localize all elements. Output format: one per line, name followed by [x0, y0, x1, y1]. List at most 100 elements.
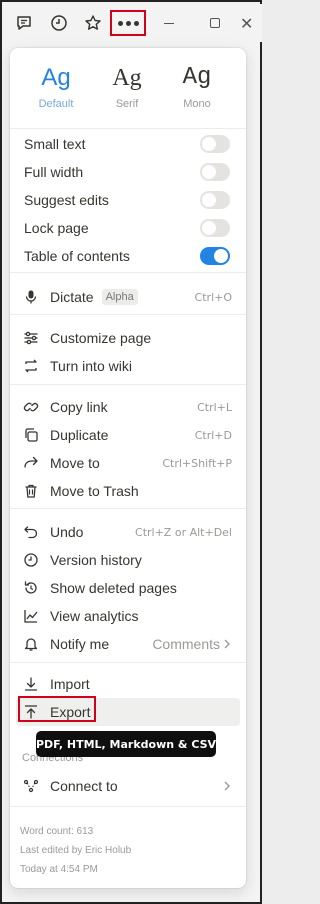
menu-item-label: Show deleted pages: [50, 580, 177, 596]
link-icon: [22, 398, 40, 416]
font-label: Default: [38, 98, 74, 110]
font-option-default[interactable]: Ag Default: [26, 62, 86, 110]
deleted-pages-icon: [22, 579, 40, 597]
shortcut-hint: Ctrl+O: [194, 290, 232, 304]
divider: [10, 314, 246, 315]
menu-item-label: Copy link: [50, 399, 108, 415]
menu-item-move-to[interactable]: Move to Ctrl+Shift+P: [16, 449, 240, 477]
microphone-icon: [22, 288, 40, 306]
undo-icon: [22, 523, 40, 541]
connections-icon: [22, 777, 40, 795]
minimize-button[interactable]: [164, 23, 174, 24]
notify-value: Comments: [152, 636, 220, 652]
font-preview: Ag: [112, 65, 142, 91]
font-picker: Ag Default Ag Serif Ag Mono: [10, 62, 246, 122]
page-options-menu: Ag Default Ag Serif Ag Mono Small text F…: [10, 48, 246, 888]
menu-item-version-history[interactable]: Version history: [16, 546, 240, 574]
menu-item-connect-to[interactable]: Connect to: [16, 772, 240, 800]
window-frame: ✕ Ag Default Ag Serif Ag Mono Small text…: [0, 0, 262, 904]
divider: [10, 508, 246, 509]
bell-icon: [22, 635, 40, 653]
import-icon: [22, 675, 40, 693]
title-bar: ✕: [4, 4, 262, 42]
menu-item-customize-page[interactable]: Customize page: [16, 324, 240, 352]
maximize-button[interactable]: [210, 18, 220, 28]
sliders-icon: [22, 329, 40, 347]
word-count: Word count: 613: [20, 826, 94, 837]
suggest-edits-toggle[interactable]: [200, 191, 230, 209]
menu-item-duplicate[interactable]: Duplicate Ctrl+D: [16, 421, 240, 449]
menu-item-notify-me[interactable]: Notify me Comments: [16, 630, 240, 658]
toggle-row-full-width[interactable]: Full width: [16, 158, 240, 186]
menu-item-import[interactable]: Import: [16, 670, 240, 698]
table-of-contents-toggle[interactable]: [200, 247, 230, 265]
menu-item-undo[interactable]: Undo Ctrl+Z or Alt+Del: [16, 518, 240, 546]
menu-item-label: Turn into wiki: [50, 358, 132, 374]
shortcut-hint: Ctrl+Z or Alt+Del: [135, 525, 232, 539]
analytics-icon: [22, 607, 40, 625]
font-option-serif[interactable]: Ag Serif: [97, 62, 157, 110]
menu-item-label: Move to: [50, 455, 100, 471]
star-icon[interactable]: [82, 12, 104, 34]
menu-item-label: Import: [50, 676, 90, 692]
lock-page-toggle[interactable]: [200, 219, 230, 237]
menu-item-label: Duplicate: [50, 427, 109, 443]
menu-item-label: Customize page: [50, 330, 152, 346]
toggle-label: Small text: [24, 136, 86, 152]
menu-item-copy-link[interactable]: Copy link Ctrl+L: [16, 393, 240, 421]
toggle-row-small-text[interactable]: Small text: [16, 130, 240, 158]
font-label: Serif: [115, 98, 139, 110]
page-info-footer: Word count: 613 Last edited by Eric Holu…: [20, 822, 131, 879]
menu-item-label: Connect to: [50, 778, 118, 794]
trash-icon: [22, 482, 40, 500]
convert-icon: [22, 357, 40, 375]
full-width-toggle[interactable]: [200, 163, 230, 181]
chevron-right-icon: [222, 780, 232, 792]
divider: [10, 272, 246, 273]
duplicate-icon: [22, 426, 40, 444]
history-icon: [22, 551, 40, 569]
last-edited: Last edited by Eric Holub: [20, 845, 132, 856]
comment-icon[interactable]: [13, 12, 35, 34]
close-button[interactable]: ✕: [240, 14, 253, 34]
toggle-row-table-of-contents[interactable]: Table of contents: [16, 242, 240, 270]
font-option-mono[interactable]: Ag Mono: [167, 62, 227, 110]
font-preview: Ag: [182, 64, 212, 91]
export-tooltip: PDF, HTML, Markdown & CSV: [36, 731, 216, 757]
menu-item-label: Dictate: [50, 289, 94, 305]
last-edited-time: Today at 4:54 PM: [20, 864, 98, 875]
divider: [10, 128, 246, 129]
menu-item-view-analytics[interactable]: View analytics: [16, 602, 240, 630]
divider: [10, 384, 246, 385]
toggle-row-suggest-edits[interactable]: Suggest edits: [16, 186, 240, 214]
toggle-row-lock-page[interactable]: Lock page: [16, 214, 240, 242]
font-preview: Ag: [41, 64, 71, 91]
toggle-label: Table of contents: [24, 248, 130, 264]
small-text-toggle[interactable]: [200, 135, 230, 153]
divider: [10, 806, 246, 807]
menu-item-label: Export: [50, 704, 91, 720]
toggle-label: Full width: [24, 164, 84, 180]
menu-item-label: Version history: [50, 552, 142, 568]
divider: [10, 662, 246, 663]
more-icon: [117, 20, 139, 26]
menu-item-label: Undo: [50, 524, 84, 540]
font-label: Mono: [183, 98, 211, 110]
more-options-button[interactable]: [110, 10, 146, 36]
menu-item-label: View analytics: [50, 608, 139, 624]
menu-item-show-deleted-pages[interactable]: Show deleted pages: [16, 574, 240, 602]
shortcut-hint: Ctrl+L: [197, 400, 232, 414]
menu-item-export[interactable]: Export: [16, 698, 240, 726]
menu-item-move-to-trash[interactable]: Move to Trash: [16, 477, 240, 505]
toggle-label: Lock page: [24, 220, 89, 236]
menu-item-label: Move to Trash: [50, 483, 139, 499]
menu-item-label: Notify me: [50, 636, 110, 652]
toggle-label: Suggest edits: [24, 192, 109, 208]
chevron-right-icon: [222, 638, 232, 650]
clock-icon[interactable]: [48, 12, 70, 34]
shortcut-hint: Ctrl+Shift+P: [162, 456, 232, 470]
menu-item-dictate[interactable]: Dictate Alpha Ctrl+O: [16, 283, 240, 311]
menu-item-turn-into-wiki[interactable]: Turn into wiki: [16, 352, 240, 380]
alpha-badge: Alpha: [101, 289, 138, 305]
shortcut-hint: Ctrl+D: [194, 428, 232, 442]
